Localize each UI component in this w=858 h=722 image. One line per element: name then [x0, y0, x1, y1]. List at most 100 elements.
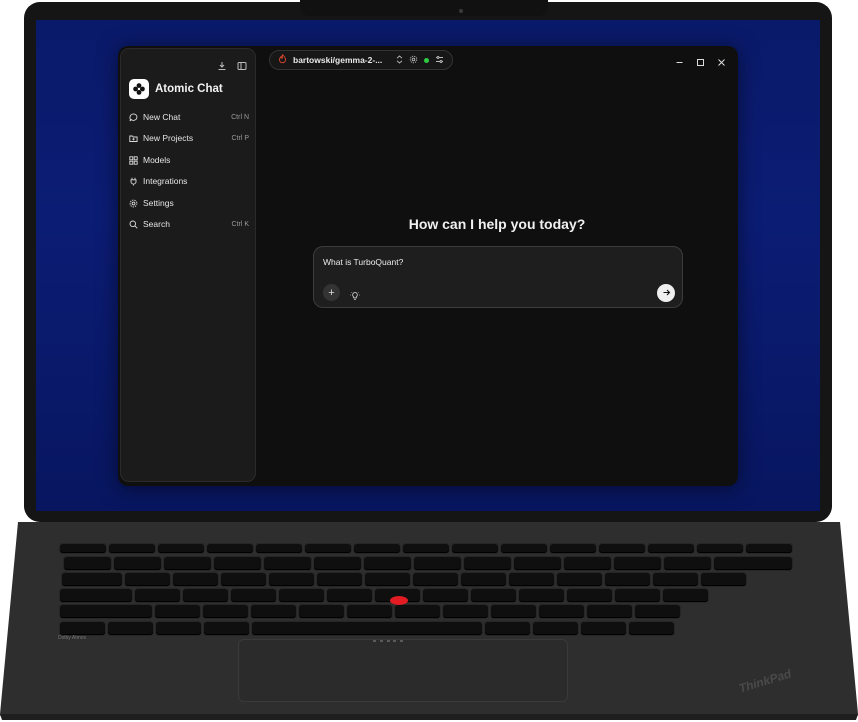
keyboard-key [519, 589, 564, 602]
sidebar-item-search[interactable]: Search Ctrl K [129, 216, 249, 232]
model-status-dot [424, 57, 429, 63]
welcome-heading: How can I help you today? [408, 216, 586, 232]
maximize-icon[interactable] [696, 54, 705, 66]
sidebar-item-settings[interactable]: Settings [129, 195, 249, 211]
keyboard-key [203, 605, 248, 618]
keyboard-key [221, 573, 266, 586]
lightbulb-icon[interactable] [350, 288, 360, 300]
window-controls [675, 54, 726, 66]
keyboard-key [314, 557, 361, 570]
model-selector[interactable]: bartowski/gemma-2-... [269, 50, 453, 70]
keyboard-key [464, 557, 511, 570]
keyboard-key [264, 557, 311, 570]
keyboard-key [155, 605, 200, 618]
trackpoint[interactable] [390, 596, 408, 605]
keyboard-key [135, 589, 180, 602]
shortcut-hint: Ctrl P [231, 134, 250, 142]
keyboard-key [697, 544, 743, 553]
keyboard-key [491, 605, 536, 618]
sidebar-toggle-icon[interactable] [237, 58, 247, 70]
sidebar-item-models[interactable]: Models [129, 152, 249, 168]
keyboard-key [365, 573, 410, 586]
sidebar-item-new-projects[interactable]: New Projects Ctrl P [129, 130, 249, 146]
keyboard-key [509, 573, 554, 586]
desktop-screen: Atomic Chat New Chat Ctrl N New Projects… [36, 20, 820, 511]
sidebar-item-label: Integrations [143, 176, 188, 186]
keyboard-key [443, 605, 488, 618]
keyboard-key [746, 544, 792, 553]
touchpad[interactable] [238, 639, 568, 702]
keyboard-key [62, 573, 122, 586]
keyboard-key [629, 622, 674, 635]
keyboard-key [501, 544, 547, 553]
shortcut-hint: Ctrl K [231, 220, 250, 228]
keyboard-key [581, 622, 626, 635]
webcam [459, 9, 463, 13]
keyboard-key [364, 557, 411, 570]
keyboard-key [413, 573, 458, 586]
keyboard-deck: Dolby Atmos ThinkPad [0, 522, 858, 722]
message-input[interactable]: What is TurboQuant? [323, 257, 403, 267]
keyboard-key [648, 544, 694, 553]
keyboard-key [714, 557, 792, 570]
keyboard-key [204, 622, 249, 635]
app-window: Atomic Chat New Chat Ctrl N New Projects… [118, 46, 738, 486]
keyboard-key [403, 544, 449, 553]
keyboard-key [327, 589, 372, 602]
keyboard-key [564, 557, 611, 570]
keyboard-key [60, 605, 152, 618]
keyboard-key [60, 589, 132, 602]
keyboard-key [173, 573, 218, 586]
keyboard-key [183, 589, 228, 602]
keyboard-key [539, 605, 584, 618]
keyboard-key [279, 589, 324, 602]
app-title: Atomic Chat [155, 83, 223, 95]
keyboard-key [299, 605, 344, 618]
camera-notch [300, 0, 548, 16]
chat-bubble-icon [129, 113, 138, 122]
folder-plus-icon [129, 134, 138, 143]
keyboard-key [614, 557, 661, 570]
keyboard-key [664, 557, 711, 570]
plug-icon [129, 177, 138, 186]
keyboard-key [354, 544, 400, 553]
model-name: bartowski/gemma-2-... [293, 55, 383, 65]
keyboard-key [158, 544, 204, 553]
touchpad-leds [373, 640, 403, 643]
close-icon[interactable] [717, 54, 726, 66]
keyboard-key [533, 622, 578, 635]
keyboard-key [156, 622, 201, 635]
search-icon [129, 220, 138, 229]
chat-composer[interactable]: What is TurboQuant? + [313, 246, 683, 308]
attach-button[interactable]: + [323, 284, 340, 301]
keyboard-key [60, 622, 105, 635]
keyboard-key [550, 544, 596, 553]
model-settings-gear-icon[interactable] [409, 51, 418, 69]
keyboard-key [256, 544, 302, 553]
keyboard-key [164, 557, 211, 570]
sidebar: Atomic Chat New Chat Ctrl N New Projects… [120, 48, 256, 482]
keyboard-key [653, 573, 698, 586]
keyboard-key [109, 544, 155, 553]
keyboard-key [471, 589, 516, 602]
download-icon[interactable] [217, 58, 227, 70]
chevron-updown-icon[interactable] [396, 51, 403, 69]
keyboard-key [214, 557, 261, 570]
sidebar-item-integrations[interactable]: Integrations [129, 173, 249, 189]
keyboard-key [567, 589, 612, 602]
keyboard-key [305, 544, 351, 553]
sidebar-item-label: Models [143, 155, 171, 165]
keyboard-key [114, 557, 161, 570]
sidebar-item-label: New Chat [143, 112, 181, 122]
keyboard-key [461, 573, 506, 586]
sidebar-item-new-chat[interactable]: New Chat Ctrl N [129, 109, 249, 125]
keyboard-key [423, 589, 468, 602]
sliders-icon[interactable] [435, 51, 444, 69]
app-logo-row: Atomic Chat [129, 79, 223, 99]
keyboard-key [485, 622, 530, 635]
send-button[interactable] [657, 284, 675, 302]
keyboard-key [615, 589, 660, 602]
minimize-icon[interactable] [675, 54, 684, 63]
keyboard-key [252, 622, 482, 635]
keyboard-key [231, 589, 276, 602]
